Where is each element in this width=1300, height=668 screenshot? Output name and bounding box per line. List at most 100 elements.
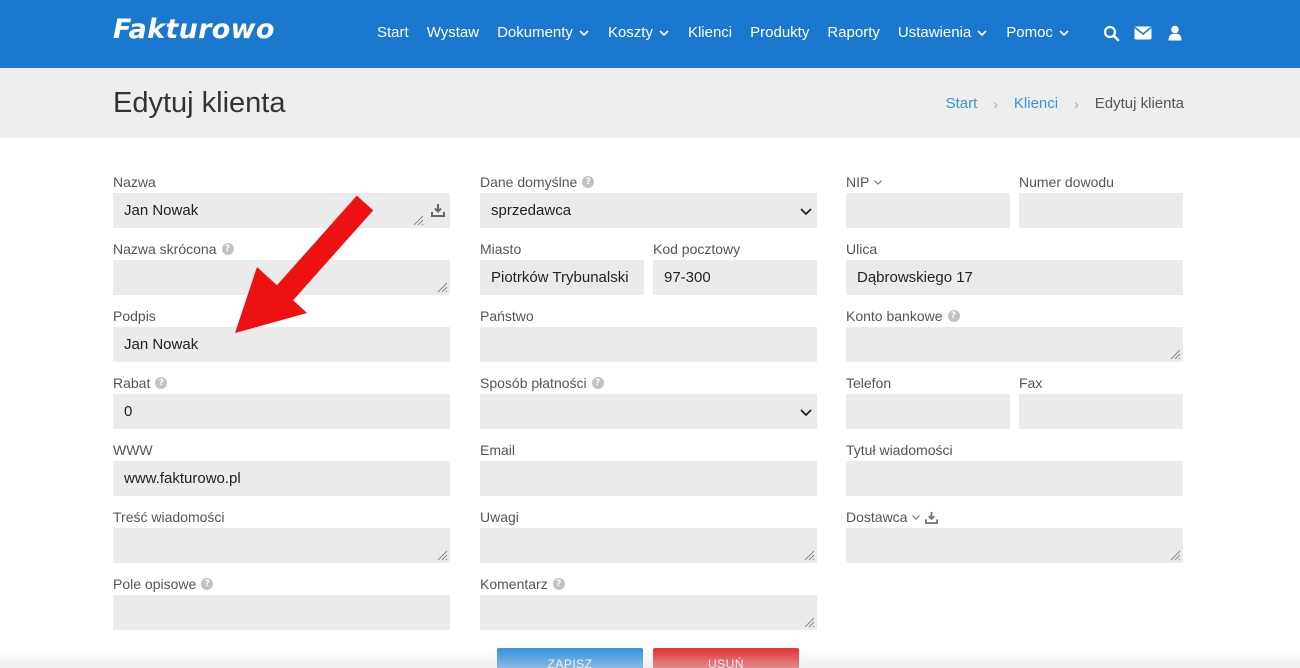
nav-item-label: Wystaw [426, 24, 480, 41]
pole-opisowe-field[interactable] [113, 595, 450, 630]
pole-opisowe-label: Pole opisowe? [113, 576, 214, 592]
download-icon[interactable] [925, 511, 939, 524]
page-header: Edytuj klienta Start › Klienci › Edytuj … [0, 68, 1300, 138]
field-value: 0 [124, 403, 133, 420]
label-text: Miasto [480, 241, 522, 257]
nazwa-skrocona-label: Nazwa skrócona? [113, 241, 234, 257]
tytul-wiadomosci-label: Tytuł wiadomości [846, 442, 953, 458]
tytul-wiadomosci-field[interactable] [846, 461, 1183, 496]
red-arrow-annotation [235, 195, 374, 333]
label-text: Fax [1019, 375, 1043, 391]
numer-dowodu-field[interactable] [1019, 193, 1183, 228]
field-value: sprzedawca [491, 202, 572, 219]
nip-label[interactable]: NIP [846, 174, 883, 190]
miasto-field[interactable]: Piotrków Trybunalski [480, 260, 644, 295]
nav-item-label: Raporty [827, 24, 880, 41]
email-field[interactable] [480, 461, 817, 496]
numer-dowodu-label: Numer dowodu [1019, 174, 1114, 190]
breadcrumb-home-link[interactable]: Start [946, 95, 978, 112]
bottom-fade [0, 650, 1300, 668]
chevron-down-icon [800, 409, 812, 417]
resize-handle-icon[interactable] [1169, 549, 1181, 561]
resize-handle-icon[interactable] [412, 214, 424, 226]
envelope-icon[interactable] [1134, 24, 1152, 42]
nav-item-raporty[interactable]: Raporty [827, 24, 880, 41]
breadcrumb: Start › Klienci › Edytuj klienta [946, 95, 1184, 112]
label-text: Tytuł wiadomości [846, 442, 953, 458]
komentarz-field[interactable] [480, 595, 817, 630]
help-icon[interactable]: ? [947, 310, 960, 322]
save-button[interactable]: ZAPISZ [497, 648, 643, 668]
breadcrumb-parent-link[interactable]: Klienci [1014, 95, 1058, 112]
nav-item-wystaw[interactable]: Wystaw [427, 24, 479, 41]
panstwo-field[interactable] [480, 327, 817, 362]
user-icon[interactable] [1166, 24, 1184, 42]
label-text: Ulica [846, 241, 878, 257]
dostawca-label[interactable]: Dostawca [846, 509, 939, 525]
resize-handle-icon[interactable] [803, 549, 815, 561]
help-icon[interactable]: ? [552, 578, 565, 590]
komentarz-label: Komentarz? [480, 576, 565, 592]
help-icon[interactable]: ? [591, 377, 604, 389]
help-icon[interactable]: ? [582, 176, 595, 188]
resize-handle-icon[interactable] [436, 281, 448, 293]
field-value: www.fakturowo.pl [124, 470, 241, 487]
nav-item-ustawienia[interactable]: Ustawienia [898, 24, 988, 41]
chevron-down-icon [912, 515, 921, 520]
dane-domyslne-select[interactable]: sprzedawca [480, 193, 817, 228]
kod-pocztowy-field[interactable]: 97-300 [653, 260, 817, 295]
label-text: Telefon [846, 375, 892, 391]
tresc-wiadomosci-field[interactable] [113, 528, 450, 563]
help-icon[interactable]: ? [201, 578, 214, 590]
nav-item-label: Dokumenty [497, 24, 573, 41]
help-icon[interactable]: ? [155, 377, 168, 389]
page-title: Edytuj klienta [113, 87, 286, 119]
label-text: Konto bankowe [846, 308, 943, 324]
download-icon[interactable] [431, 203, 445, 217]
nav-item-label: Start [377, 24, 409, 41]
label-text: Nazwa [113, 174, 156, 190]
nav-item-pomoc[interactable]: Pomoc [1006, 24, 1070, 41]
label-text: Dane domyślne [480, 174, 578, 190]
fax-field[interactable] [1019, 394, 1183, 429]
dostawca-field[interactable] [846, 528, 1183, 563]
field-value: Jan Nowak [124, 202, 199, 219]
label-text: Nazwa skrócona [113, 241, 217, 257]
nav-item-dokumenty[interactable]: Dokumenty [497, 24, 590, 41]
telefon-label: Telefon [846, 375, 891, 391]
nip-field[interactable] [846, 193, 1010, 228]
ulica-field[interactable]: Dąbrowskiego 17 [846, 260, 1183, 295]
chevron-down-icon [1059, 29, 1069, 36]
resize-handle-icon[interactable] [803, 616, 815, 628]
dane-domyslne-label: Dane domyślne? [480, 174, 595, 190]
search-icon[interactable] [1102, 24, 1120, 42]
chevron-down-icon [977, 29, 987, 36]
nav-item-klienci[interactable]: Klienci [688, 24, 732, 41]
label-text: NIP [846, 174, 870, 190]
sposob-platnosci-label: Sposób płatności? [480, 375, 604, 391]
sposob-platnosci-select[interactable] [480, 394, 817, 429]
telefon-field[interactable] [846, 394, 1010, 429]
resize-handle-icon[interactable] [1169, 348, 1181, 360]
label-text: Kod pocztowy [653, 241, 741, 257]
nav-item-label: Ustawienia [897, 24, 972, 41]
nav-item-produkty[interactable]: Produkty [750, 24, 809, 41]
delete-button[interactable]: USUŃ [653, 648, 799, 668]
chevron-down-icon [874, 180, 883, 185]
label-text: Rabat [113, 375, 151, 391]
www-field[interactable]: www.fakturowo.pl [113, 461, 450, 496]
label-text: Sposób płatności [480, 375, 587, 391]
nav-item-start[interactable]: Start [377, 24, 409, 41]
uwagi-field[interactable] [480, 528, 817, 563]
label-text: Dostawca [846, 509, 908, 525]
rabat-field[interactable]: 0 [113, 394, 450, 429]
tresc-wiadomosci-label: Treść wiadomości [113, 509, 225, 525]
rabat-label: Rabat? [113, 375, 168, 391]
label-text: Numer dowodu [1019, 174, 1114, 190]
konto-bankowe-field[interactable] [846, 327, 1183, 362]
resize-handle-icon[interactable] [436, 549, 448, 561]
logo[interactable]: Fakturowo [113, 14, 275, 45]
nav-item-koszty[interactable]: Koszty [608, 24, 670, 41]
panstwo-label: Państwo [480, 308, 534, 324]
kod-pocztowy-label: Kod pocztowy [653, 241, 740, 257]
